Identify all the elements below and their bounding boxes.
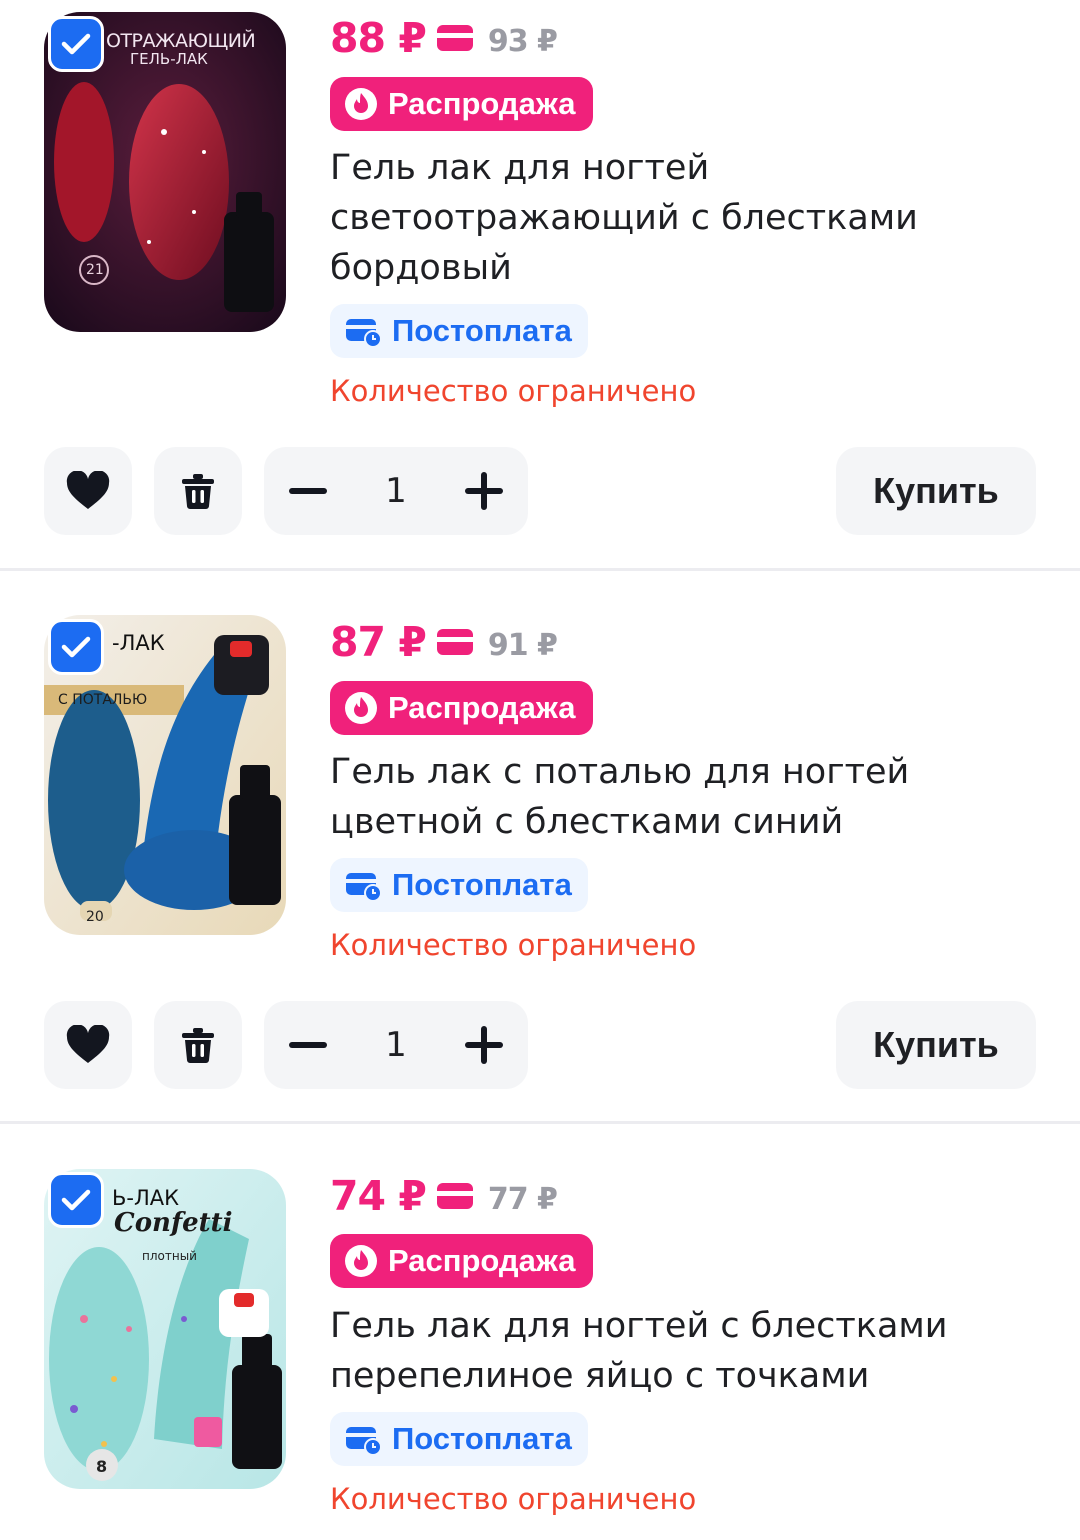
trash-icon: [182, 1028, 214, 1063]
delete-button[interactable]: [154, 447, 242, 535]
buy-button[interactable]: Купить: [836, 1001, 1036, 1089]
select-checkbox[interactable]: [48, 1172, 104, 1228]
image-caption: плотный: [142, 1249, 197, 1263]
image-shade-number: 21: [86, 262, 104, 278]
postpay-label: Постоплата: [392, 313, 572, 348]
sale-label: Распродажа: [388, 690, 576, 725]
plus-icon: [464, 1026, 503, 1064]
quantity-value[interactable]: 1: [385, 1025, 407, 1065]
select-checkbox[interactable]: [48, 16, 104, 72]
flame-icon: [345, 692, 377, 724]
sale-label: Распродажа: [388, 1243, 576, 1278]
current-price: 88 ₽: [330, 14, 427, 62]
favorite-button[interactable]: [44, 1001, 132, 1089]
quantity-value[interactable]: 1: [385, 471, 407, 511]
card-icon: [436, 25, 473, 51]
product-title[interactable]: Гель лак для ногтей светоотражающий с бл…: [330, 143, 1050, 293]
old-price: 93 ₽: [487, 23, 558, 59]
image-caption: Confetti: [114, 1208, 233, 1238]
image-caption: ГЕЛЬ-ЛАК: [130, 50, 208, 68]
payment-card-clock-icon: [346, 319, 382, 347]
heart-icon: [66, 471, 110, 509]
sale-label: Распродажа: [388, 86, 576, 121]
buy-button[interactable]: Купить: [836, 447, 1036, 535]
current-price: 74 ₽: [330, 1172, 427, 1220]
card-icon: [436, 629, 473, 655]
increase-button[interactable]: [462, 1023, 506, 1067]
delete-button[interactable]: [154, 1001, 242, 1089]
decrease-button[interactable]: [286, 1023, 330, 1067]
postpay-label: Постоплата: [392, 867, 572, 902]
flame-icon: [345, 88, 377, 120]
sale-badge: Распродажа: [330, 1234, 594, 1288]
increase-button[interactable]: [462, 469, 506, 513]
postpay-badge: Постоплата: [330, 1412, 588, 1466]
trash-icon: [182, 474, 214, 509]
checkmark-icon: [61, 1189, 91, 1211]
checkmark-icon: [61, 636, 91, 658]
image-shade-number: 8: [96, 1457, 108, 1476]
select-checkbox[interactable]: [48, 619, 104, 675]
product-title[interactable]: Гель лак для ногтей с блестками перепели…: [330, 1301, 1050, 1401]
quantity-stepper: 1: [264, 1001, 528, 1089]
image-caption: С ПОТАЛЬЮ: [58, 692, 148, 708]
decrease-button[interactable]: [286, 469, 330, 513]
price-row: 87 ₽ 91 ₽: [330, 614, 558, 670]
old-price: 91 ₽: [487, 627, 558, 663]
stock-note: Количество ограничено: [330, 928, 697, 962]
card-icon: [436, 1183, 473, 1209]
price-row: 74 ₽ 77 ₽: [330, 1168, 558, 1224]
quantity-stepper: 1: [264, 447, 528, 535]
image-caption: -ЛАК: [112, 631, 165, 655]
payment-card-clock-icon: [346, 873, 382, 901]
postpay-label: Постоплата: [392, 1421, 572, 1456]
cart-item: -ЛАК С ПОТАЛЬЮ 20 87 ₽ 91 ₽ Распродажа Г…: [0, 571, 1080, 1121]
cart-item: ОТРАЖАЮЩИЙ ГЕЛЬ-ЛАК 21 88 ₽ 93 ₽ Распрод…: [0, 0, 1080, 568]
heart-icon: [66, 1025, 110, 1063]
payment-card-clock-icon: [346, 1427, 382, 1455]
stock-note: Количество ограничено: [330, 374, 697, 408]
product-title[interactable]: Гель лак с поталью для ногтей цветной с …: [330, 747, 1050, 847]
checkmark-icon: [61, 33, 91, 55]
flame-icon: [345, 1245, 377, 1277]
current-price: 87 ₽: [330, 618, 427, 666]
image-caption: Ь-ЛАК: [112, 1186, 180, 1210]
postpay-badge: Постоплата: [330, 858, 588, 912]
cart-item: Ь-ЛАК Confetti плотный 8 74 ₽ 77 ₽ Распр…: [0, 1124, 1080, 1540]
image-shade-number: 20: [86, 909, 104, 925]
sale-badge: Распродажа: [330, 77, 594, 131]
sale-badge: Распродажа: [330, 681, 594, 735]
old-price: 77 ₽: [487, 1181, 558, 1217]
image-caption: ОТРАЖАЮЩИЙ: [106, 30, 256, 52]
favorite-button[interactable]: [44, 447, 132, 535]
minus-icon: [289, 488, 327, 494]
minus-icon: [289, 1042, 327, 1048]
stock-note: Количество ограничено: [330, 1482, 697, 1516]
plus-icon: [464, 472, 503, 510]
postpay-badge: Постоплата: [330, 304, 588, 358]
price-row: 88 ₽ 93 ₽: [330, 10, 558, 66]
